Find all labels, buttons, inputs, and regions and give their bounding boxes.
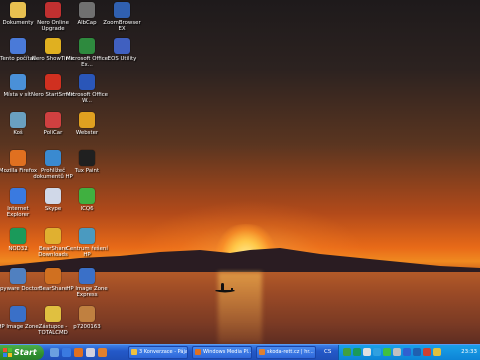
quick-launch-media-player-icon[interactable]	[74, 348, 83, 357]
bearshare-downloads-icon	[45, 228, 61, 244]
tray-security-icon[interactable]	[423, 348, 431, 356]
silhouette-boat	[215, 283, 235, 293]
desktop-icon[interactable]: HP Image Zone Express	[65, 268, 109, 298]
language-indicator[interactable]: CS	[324, 345, 331, 360]
media-player-icon	[195, 349, 201, 355]
spyware-doctor-icon	[10, 268, 26, 284]
hp-document-viewer-icon	[45, 150, 61, 166]
desktop-icon[interactable]: ICQ6	[65, 188, 109, 212]
desktop-icon[interactable]: EOS Utility	[100, 38, 144, 62]
desktop-icon[interactable]: Centrum řešení HP	[65, 228, 109, 258]
tray-skype-icon[interactable]	[373, 348, 381, 356]
tray-volume-icon[interactable]	[363, 348, 371, 356]
desktop-icon-label: HP Image Zone Express	[66, 286, 108, 299]
nero-showtime-icon	[45, 38, 61, 54]
desktop-icon-label: Tux Paint	[74, 168, 100, 174]
task-label: 3 Konverzace - Pája	[139, 349, 188, 355]
task-label: Windows Media Pl...	[203, 349, 252, 355]
desktop-icon[interactable]: p7200163	[65, 306, 109, 330]
desktop-icon-label: Microsoft Office W...	[66, 92, 108, 105]
clock[interactable]: 23:33	[461, 345, 477, 360]
albcap-icon	[79, 2, 95, 18]
desktop-icon[interactable]: Tux Paint	[65, 150, 109, 174]
desktop-icon[interactable]: Microsoft Office W...	[65, 74, 109, 104]
desktop-icon-label: ZoomBrowser EX	[103, 20, 141, 33]
tray-network-icon[interactable]	[343, 348, 351, 356]
system-tray: 23:33	[338, 345, 480, 360]
desktop: Dokumenty Nero Online Upgrade AlbCap ZoomBr…	[0, 0, 480, 344]
hp-image-zone-icon	[10, 306, 26, 322]
quick-launch-mail-icon[interactable]	[86, 348, 95, 357]
policar-icon	[45, 112, 61, 128]
task-label: skoda-rett.cz | hr...	[267, 349, 314, 355]
network-places-icon	[10, 74, 26, 90]
computer-icon	[10, 38, 26, 54]
chat-icon	[131, 349, 137, 355]
icq-icon	[79, 188, 95, 204]
taskbar: Start 3 Konverzace - Pája Windows Media P…	[0, 344, 480, 360]
quick-launch-firefox-icon[interactable]	[98, 348, 107, 357]
task-button[interactable]: 3 Konverzace - Pája	[128, 346, 188, 359]
nero-startsmart-icon	[45, 74, 61, 90]
tray-update-icon[interactable]	[433, 348, 441, 356]
tray-bluetooth-icon[interactable]	[403, 348, 411, 356]
desktop-icon-label: p7200163	[73, 324, 101, 330]
windows-flag-icon	[3, 348, 12, 357]
firefox-icon	[259, 349, 265, 355]
recycle-bin-icon	[10, 112, 26, 128]
hp-solution-center-icon	[79, 228, 95, 244]
bearshare-icon	[45, 268, 61, 284]
desktop-icon-label: Centrum řešení HP	[66, 246, 108, 259]
hp-image-zone-express-icon	[79, 268, 95, 284]
tray-printer-icon[interactable]	[393, 348, 401, 356]
nero-upgrade-icon	[45, 2, 61, 18]
task-button[interactable]: skoda-rett.cz | hr...	[256, 346, 316, 359]
internet-explorer-icon	[10, 188, 26, 204]
desktop-icon-label: ICQ6	[80, 206, 94, 212]
excel-icon	[79, 38, 95, 54]
start-label: Start	[14, 348, 37, 357]
quick-launch-internet-explorer-icon[interactable]	[62, 348, 71, 357]
folder-icon	[10, 2, 26, 18]
zoombrowser-icon	[114, 2, 130, 18]
desktop-icon-label: EOS Utility	[107, 56, 137, 62]
skype-icon	[45, 188, 61, 204]
tray-antivirus-icon[interactable]	[353, 348, 361, 356]
tux-paint-icon	[79, 150, 95, 166]
word-icon	[79, 74, 95, 90]
photo-file-icon	[79, 306, 95, 322]
tray-icq-icon[interactable]	[383, 348, 391, 356]
task-button[interactable]: Windows Media Pl...	[192, 346, 252, 359]
tray-hp-icon[interactable]	[413, 348, 421, 356]
desktop-icon[interactable]: ZoomBrowser EX	[100, 2, 144, 32]
firefox-icon	[10, 150, 26, 166]
nod32-icon	[10, 228, 26, 244]
webster-icon	[79, 112, 95, 128]
desktop-icon-label: Webster	[75, 130, 99, 136]
eos-utility-icon	[114, 38, 130, 54]
quick-launch-show-desktop-icon[interactable]	[50, 348, 59, 357]
desktop-icon[interactable]: Webster	[65, 112, 109, 136]
start-button[interactable]: Start	[0, 345, 44, 360]
totalcmd-icon	[45, 306, 61, 322]
